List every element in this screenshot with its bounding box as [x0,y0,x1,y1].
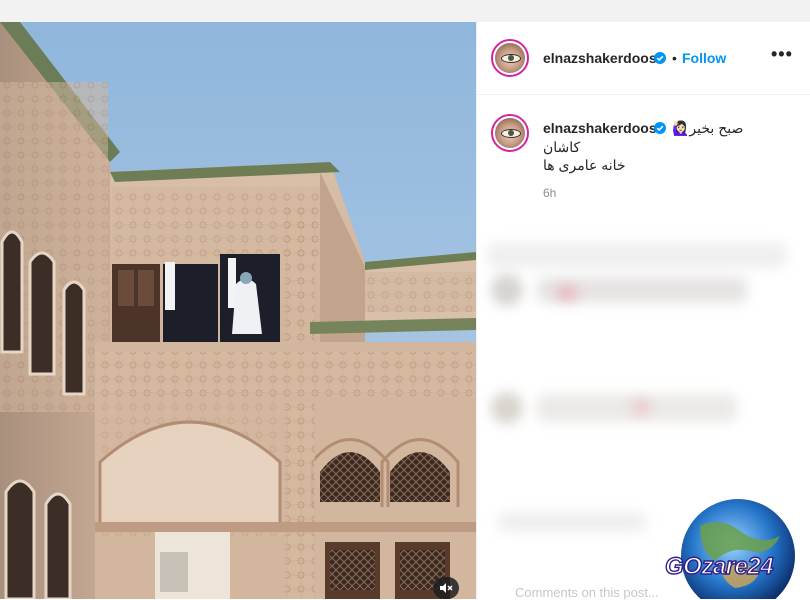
post-photo[interactable] [0,22,476,599]
caption-line-2: کاشان [543,139,581,155]
avatar[interactable] [491,39,529,77]
caption-avatar[interactable] [491,114,529,152]
username-link[interactable]: elnazshakerdoost [543,50,661,66]
comment-placeholder: Comments on this post... [515,585,659,600]
browser-top-strip [0,0,810,22]
globe-icon [681,499,795,599]
watermark-text: GOzare24 [664,552,774,580]
separator-dot: • [672,50,677,66]
follow-button[interactable]: Follow [682,50,726,66]
caption-username[interactable]: elnazshakerdoost [543,120,661,136]
verified-badge-icon [654,122,666,134]
caption-line-3: خانه عامری ها [543,157,626,173]
more-icon[interactable]: ••• [771,44,793,65]
caption-line-1: صبح بخیر🙋🏻‍♀️ [672,120,744,136]
post-time: 6h [543,186,557,200]
post-header: elnazshakerdoost • Follow ••• [477,22,810,95]
mute-icon [440,583,453,593]
mute-button[interactable] [433,577,459,599]
photo-illustration [0,22,476,599]
verified-badge-icon [654,52,666,64]
